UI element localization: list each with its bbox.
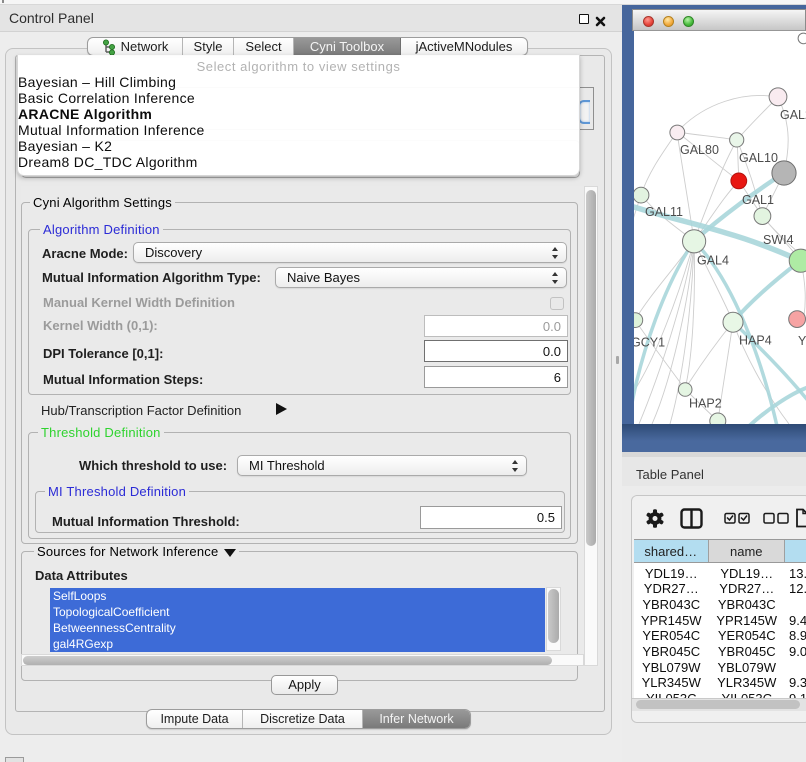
- svg-text:SWI4: SWI4: [763, 233, 794, 247]
- svg-text:GAL10: GAL10: [739, 151, 778, 165]
- svg-text:GAL2: GAL2: [780, 108, 806, 122]
- svg-text:HAP2: HAP2: [689, 397, 722, 411]
- svg-text:GAL1: GAL1: [742, 193, 774, 207]
- svg-text:YJ: YJ: [798, 334, 806, 348]
- svg-text:HAP4: HAP4: [739, 334, 772, 348]
- svg-text:GAL4: GAL4: [697, 254, 729, 268]
- svg-text:GCY1: GCY1: [634, 336, 665, 350]
- svg-text:GAL11: GAL11: [645, 205, 683, 219]
- svg-text:GAL80: GAL80: [680, 143, 719, 157]
